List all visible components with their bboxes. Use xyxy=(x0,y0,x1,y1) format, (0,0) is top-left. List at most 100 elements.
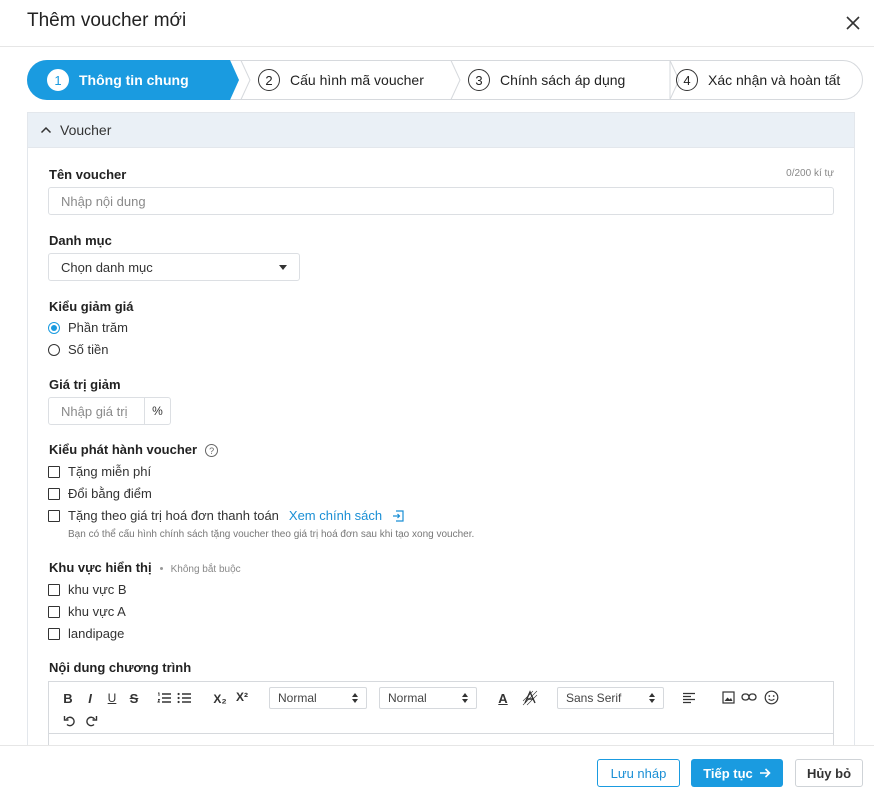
align-left-icon xyxy=(683,692,695,703)
cancel-button[interactable]: Hủy bỏ xyxy=(795,759,863,787)
step-number: 2 xyxy=(258,69,280,91)
emoji-button[interactable] xyxy=(763,688,779,706)
editor-toolbar: B I U S X₂ X² Normal Normal A Sans Serif xyxy=(49,682,833,734)
font-select[interactable]: Sans Serif xyxy=(557,687,664,709)
voucher-section-toggle[interactable]: Voucher xyxy=(28,113,854,148)
caret-down-icon xyxy=(279,264,287,270)
dialog-footer: Lưu nháp Tiếp tục Hủy bỏ xyxy=(0,745,874,794)
next-button[interactable]: Tiếp tục xyxy=(691,759,783,787)
size-select-value: Normal xyxy=(388,691,427,705)
section-title: Voucher xyxy=(60,122,112,138)
checkbox xyxy=(48,509,60,522)
checkbox-landipage[interactable]: landipage xyxy=(48,626,124,641)
step-voucher-config[interactable]: 2 Cấu hình mã voucher xyxy=(258,60,424,100)
step-label: Chính sách áp dụng xyxy=(500,72,626,88)
background-color-button[interactable] xyxy=(521,689,539,707)
bullet-list-icon xyxy=(177,692,191,704)
rich-text-editor: B I U S X₂ X² Normal Normal A Sans Serif xyxy=(48,681,834,746)
step-label: Xác nhận và hoàn tất xyxy=(708,72,841,88)
checkbox-invoice[interactable]: Tặng theo giá trị hoá đơn thanh toán Xem… xyxy=(48,508,404,523)
checkbox-free[interactable]: Tặng miễn phí xyxy=(48,464,151,479)
step-label: Cấu hình mã voucher xyxy=(290,72,424,88)
font-select-value: Sans Serif xyxy=(566,691,622,705)
checkbox-label: Tặng theo giá trị hoá đơn thanh toán xyxy=(68,508,279,523)
updown-icon xyxy=(649,693,655,703)
bullet-list-button[interactable] xyxy=(176,689,192,707)
checkbox xyxy=(48,605,60,618)
radio-button xyxy=(48,321,60,334)
radio-percent[interactable]: Phần trăm xyxy=(48,320,128,335)
bold-button[interactable]: B xyxy=(61,689,75,707)
redo-icon xyxy=(85,715,97,726)
open-link-icon[interactable] xyxy=(392,509,404,522)
stepper: 1 Thông tin chung 2 Cấu hình mã voucher … xyxy=(27,60,863,100)
undo-button[interactable] xyxy=(61,711,77,729)
category-select[interactable]: Chọn danh mục xyxy=(48,253,300,281)
step-policy[interactable]: 3 Chính sách áp dụng xyxy=(468,60,625,100)
image-button[interactable] xyxy=(720,688,736,706)
category-select-value: Chọn danh mục xyxy=(61,259,153,275)
dialog-header: Thêm voucher mới xyxy=(0,0,874,47)
chevron-up-icon xyxy=(40,126,52,134)
close-icon xyxy=(846,16,860,30)
checkbox-label: khu vực A xyxy=(68,604,126,619)
redo-button[interactable] xyxy=(83,711,99,729)
header-select[interactable]: Normal xyxy=(269,687,367,709)
italic-button[interactable]: I xyxy=(83,689,97,707)
voucher-name-input[interactable] xyxy=(48,187,834,215)
checkbox-area-b[interactable]: khu vực B xyxy=(48,582,127,597)
discount-value-group: % xyxy=(48,397,171,425)
close-button[interactable] xyxy=(842,12,864,34)
radio-amount[interactable]: Số tiền xyxy=(48,342,108,357)
save-draft-button[interactable]: Lưu nháp xyxy=(597,759,680,787)
undo-icon xyxy=(63,715,75,726)
discount-value-input[interactable] xyxy=(49,398,144,424)
updown-icon xyxy=(352,693,358,703)
step-number: 3 xyxy=(468,69,490,91)
discount-value-label: Giá trị giảm xyxy=(49,377,121,392)
emoji-icon xyxy=(764,690,778,704)
link-button[interactable] xyxy=(741,688,757,706)
issue-type-heading: Kiểu phát hành voucher? xyxy=(49,442,219,458)
category-label: Danh mục xyxy=(49,233,112,248)
underline-button[interactable]: U xyxy=(105,689,119,707)
step-confirm[interactable]: 4 Xác nhận và hoàn tất xyxy=(676,60,840,100)
view-policy-link[interactable]: Xem chính sách xyxy=(289,508,382,523)
content-label: Nội dung chương trình xyxy=(49,660,192,675)
superscript-button[interactable]: X² xyxy=(234,688,250,706)
size-select[interactable]: Normal xyxy=(379,687,477,709)
checkbox-label: Tặng miễn phí xyxy=(68,464,152,479)
optional-tag: Không bắt buộc xyxy=(170,564,241,575)
ordered-list-icon xyxy=(156,692,171,703)
save-draft-label: Lưu nháp xyxy=(610,765,667,781)
checkbox xyxy=(48,487,60,500)
discount-type-label: Kiểu giảm giá xyxy=(49,299,134,314)
display-area-label: Khu vực hiển thị xyxy=(49,560,152,575)
cancel-label: Hủy bỏ xyxy=(806,765,852,781)
separator-dot xyxy=(159,567,163,571)
subscript-button[interactable]: X₂ xyxy=(212,690,228,708)
checkbox-points[interactable]: Đổi bằng điểm xyxy=(48,486,152,501)
strike-button[interactable]: S xyxy=(127,689,141,707)
voucher-panel: Voucher Tên voucher 0/200 kí tự Danh mục… xyxy=(27,112,855,746)
display-area-heading: Khu vực hiển thị Không bắt buộc xyxy=(49,560,241,575)
checkbox xyxy=(48,465,60,478)
link-icon xyxy=(741,693,757,701)
ordered-list-button[interactable] xyxy=(156,689,172,707)
help-icon[interactable]: ? xyxy=(205,444,219,458)
issue-type-label: Kiểu phát hành voucher xyxy=(49,442,198,457)
step-general-info[interactable]: 1 Thông tin chung xyxy=(47,60,189,100)
checkbox-area-a[interactable]: khu vực A xyxy=(48,604,126,619)
dialog-title: Thêm voucher mới xyxy=(27,10,187,31)
arrow-right-icon xyxy=(759,768,771,778)
next-label: Tiếp tục xyxy=(703,765,753,781)
invoice-hint: Bạn có thể cấu hình chính sách tặng vouc… xyxy=(68,529,475,540)
image-icon xyxy=(721,690,735,704)
checkbox-label: Đổi bằng điểm xyxy=(68,486,152,501)
step-label: Thông tin chung xyxy=(79,72,189,88)
checkbox xyxy=(48,627,60,640)
unit-label: % xyxy=(144,398,170,424)
radio-label: Số tiền xyxy=(68,342,109,357)
text-color-button[interactable]: A xyxy=(495,689,511,707)
align-button[interactable] xyxy=(681,689,697,707)
